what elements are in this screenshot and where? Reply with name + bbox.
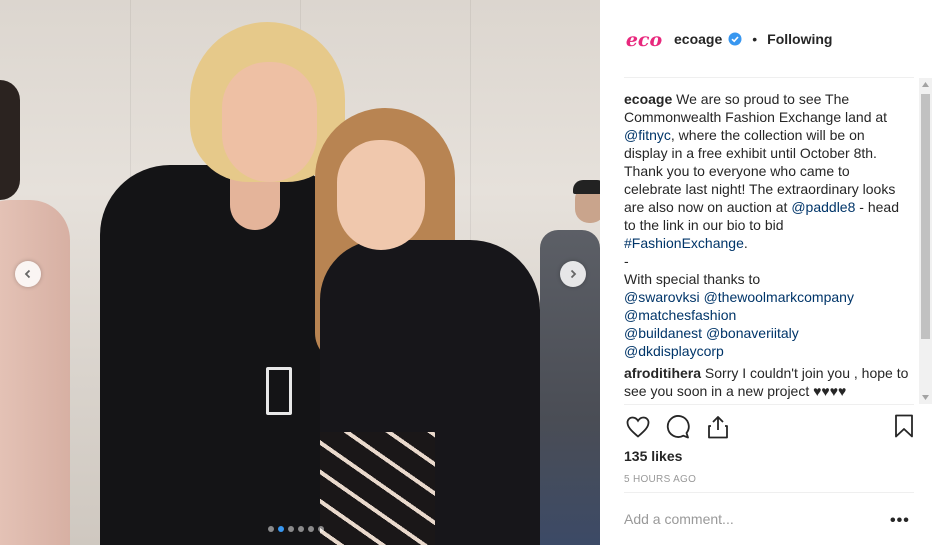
comment-icon (666, 415, 690, 439)
post-username[interactable]: ecoage (674, 31, 722, 47)
comment-username[interactable]: afroditihera (624, 365, 701, 381)
comments-list[interactable]: ecoage We are so proud to see The Common… (624, 90, 909, 402)
ecoage-logo[interactable]: eco (624, 19, 664, 59)
mention-link[interactable]: @fitnyc (624, 127, 671, 143)
add-comment-input[interactable]: Add a comment... (624, 511, 734, 527)
action-bar (624, 412, 914, 442)
caption-text: . (743, 235, 748, 251)
scroll-down-arrow-icon[interactable] (919, 391, 932, 404)
comment-box-divider (624, 492, 914, 493)
follow-button[interactable]: Following (767, 31, 832, 47)
more-options-button[interactable]: ••• (890, 512, 910, 530)
scroll-up-arrow-icon[interactable] (919, 78, 932, 91)
person-left-partial (0, 200, 70, 545)
caption-text: With special thanks to (624, 271, 761, 287)
caption-username[interactable]: ecoage (624, 91, 672, 107)
post-side-panel: eco ecoage • Following ecoage We are so … (600, 0, 935, 545)
scrollbar-thumb[interactable] (921, 94, 930, 339)
belt-buckle (266, 367, 292, 415)
chevron-left-icon (24, 269, 31, 279)
woman-blonde-face (222, 62, 317, 182)
carousel-next-button[interactable] (560, 261, 586, 287)
patterned-dress (320, 432, 435, 545)
heart-icon (626, 416, 650, 438)
bookmark-icon (895, 414, 913, 438)
mention-link[interactable]: @matchesfashion (624, 307, 736, 323)
post-photo[interactable] (0, 0, 600, 545)
carousel-dot (308, 526, 314, 532)
verified-badge-icon (728, 32, 742, 46)
carousel-dot (278, 526, 284, 532)
save-button[interactable] (890, 412, 918, 440)
caption-text: - (624, 253, 629, 269)
like-count[interactable]: 135 likes (624, 448, 682, 464)
carousel-dot (268, 526, 274, 532)
carousel-prev-button[interactable] (15, 261, 41, 287)
separator-bullet: • (752, 31, 758, 47)
mention-link[interactable]: @thewoolmarkcompany (704, 289, 854, 305)
like-button[interactable] (624, 413, 652, 441)
carousel-dot (288, 526, 294, 532)
mention-link[interactable]: @swarovksi (624, 289, 700, 305)
caption: ecoage We are so proud to see The Common… (624, 90, 909, 360)
mention-link[interactable]: @buildanest (624, 325, 702, 341)
post-header: eco ecoage • Following (624, 18, 914, 60)
post-timestamp[interactable]: 5 HOURS AGO (624, 474, 696, 485)
share-button[interactable] (704, 413, 732, 441)
mention-link[interactable]: @bonaveriitaly (706, 325, 799, 341)
woman-blonde-blazer (100, 165, 340, 545)
comments-scrollbar[interactable] (919, 78, 932, 404)
chevron-right-icon (570, 269, 577, 279)
header-divider (624, 77, 914, 78)
comment-button[interactable] (664, 413, 692, 441)
logo-lettering: eco (626, 29, 663, 51)
carousel-dot (298, 526, 304, 532)
instagram-post: eco ecoage • Following ecoage We are so … (0, 0, 935, 545)
mention-link[interactable]: @dkdisplaycorp (624, 343, 724, 359)
person-background-cap (573, 180, 600, 194)
woman-redhead-face (337, 140, 425, 250)
person-left-hair (0, 80, 20, 200)
actions-divider (624, 404, 914, 405)
comment: afroditihera Sorry I couldn't join you ,… (624, 364, 909, 400)
mention-link[interactable]: @paddle8 (791, 199, 855, 215)
carousel-dot (318, 526, 324, 532)
hashtag-link[interactable]: #FashionExchange (624, 235, 744, 251)
share-icon (708, 416, 728, 439)
carousel-indicator (268, 526, 324, 532)
